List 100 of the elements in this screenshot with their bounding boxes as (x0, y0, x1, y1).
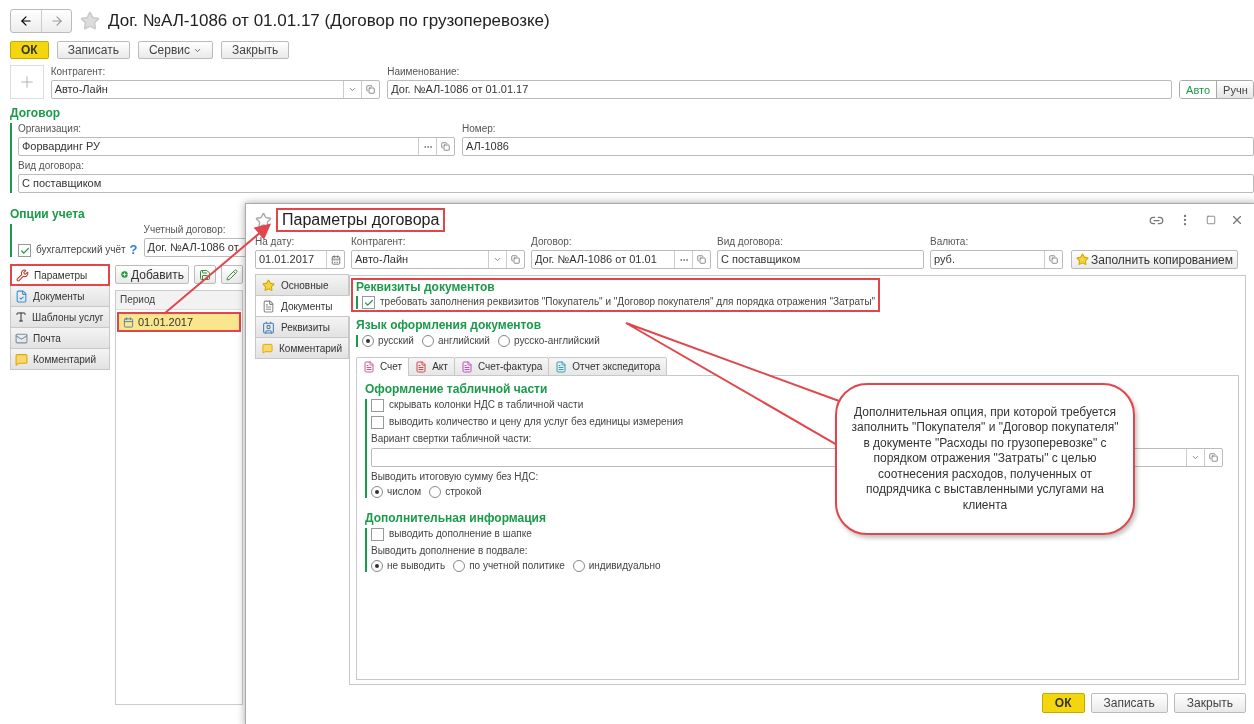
radio-button[interactable] (497, 335, 510, 347)
dialog-button[interactable]: Записать (1090, 693, 1168, 713)
field-label: Контрагент: (351, 236, 407, 247)
field-label: Номер: (462, 123, 497, 134)
checkbox[interactable] (371, 528, 384, 541)
field-label: Договор: (531, 236, 573, 247)
document-tab[interactable]: Счет (356, 357, 410, 376)
toolbar-button[interactable]: Сервис (137, 41, 214, 59)
copy-icon (441, 142, 450, 151)
plus-circle-icon (120, 268, 129, 281)
side-tab[interactable]: Почта (10, 327, 110, 349)
field-label: Выводить итоговую сумму без НДС: (371, 471, 539, 482)
calendar-icon (330, 254, 341, 265)
dialog-button[interactable]: ОК (1041, 693, 1085, 713)
radio-label: не выводить (387, 560, 446, 571)
side-tab[interactable]: Шаблоны услуг (10, 306, 110, 328)
speech-bubble-icon (262, 341, 273, 355)
checkbox-label: бухгалтерский учёт (36, 244, 126, 255)
input-field[interactable]: АЛ-1086 (462, 137, 1254, 156)
checkbox-label: выводить количество и цену для услуг без единицы измерения (389, 416, 684, 427)
side-tab[interactable]: Комментарий (255, 337, 349, 359)
help-link[interactable]: ? (129, 242, 138, 257)
checkbox[interactable] (371, 399, 384, 412)
field-label: Вид договора: (18, 160, 85, 171)
edit-button[interactable] (221, 265, 243, 284)
checkbox[interactable] (371, 416, 384, 429)
star-icon (262, 278, 275, 292)
section-title: Договор (10, 106, 61, 120)
radio-label: числом (387, 486, 422, 497)
favorite-star-icon[interactable] (80, 11, 100, 31)
check-icon (363, 297, 374, 308)
fill-by-copy-button[interactable]: Заполнить копированием (1071, 250, 1239, 269)
side-tab[interactable]: Документы (10, 285, 110, 307)
tools-icon (16, 268, 29, 282)
letter-t-icon (15, 311, 27, 323)
arrow-right-icon (49, 14, 64, 28)
side-tab[interactable]: Комментарий (10, 348, 110, 370)
side-tab[interactable]: Документы (255, 295, 350, 317)
section-title: Реквизиты документов (356, 280, 495, 294)
check-icon (19, 245, 30, 256)
copy-icon (511, 255, 520, 264)
envelope-icon (15, 331, 28, 345)
toolbar-button[interactable]: Закрыть (221, 41, 290, 59)
toggle-option[interactable]: Ручн (1216, 81, 1253, 98)
document-check-icon (15, 289, 28, 303)
radio-button[interactable] (371, 486, 383, 498)
field-label: Организация: (18, 123, 83, 134)
dialog-button[interactable]: Закрыть (1173, 693, 1246, 713)
radio-button[interactable] (371, 560, 383, 572)
radio-button[interactable] (572, 560, 585, 572)
input-field[interactable]: Форвардинг РУ (18, 137, 455, 156)
section-title: Оформление табличной части (365, 382, 548, 396)
document-icon (363, 360, 375, 373)
id-card-icon (262, 320, 275, 334)
checkbox-label: требовать заполнения реквизитов "Покупатель" и "Договор покупателя" для порядка отражения "Затраты" (380, 296, 876, 307)
field-label: Наименование: (387, 66, 461, 77)
window-title: Дог. №АЛ-1086 от 01.01.17 (Договор по грузоперевозке) (108, 11, 550, 31)
dialog-title: Параметры договора (276, 208, 446, 232)
input-field[interactable]: Авто-Лайн (351, 250, 525, 269)
document-tab[interactable]: Отчет экспедитора (548, 357, 668, 376)
add-button[interactable]: Добавить (115, 265, 189, 284)
field-label: Вид договора: (717, 236, 784, 247)
document-tab[interactable]: Акт (408, 357, 455, 376)
close-icon[interactable] (1230, 213, 1244, 227)
field-label: Вариант свертки табличной части: (371, 433, 532, 444)
radio-label: русский (378, 335, 414, 346)
input-field[interactable]: С поставщиком (18, 174, 1254, 193)
star-icon (1076, 253, 1089, 266)
copy-icon (366, 85, 376, 94)
document-icon (415, 360, 428, 373)
radio-button[interactable] (429, 486, 442, 498)
radio-button[interactable] (421, 335, 434, 347)
document-tab[interactable]: Счет-фактура (453, 357, 550, 376)
document-icon (460, 360, 473, 373)
radio-label: по учетной политике (469, 560, 565, 571)
input-field[interactable]: С поставщиком (717, 250, 924, 269)
section-title: Дополнительная информация (365, 511, 546, 525)
toolbar-button[interactable]: Записать (56, 41, 130, 59)
checkbox[interactable] (362, 296, 375, 309)
input-field[interactable]: руб. (930, 250, 1063, 269)
radio-label: строкой (445, 486, 482, 497)
document-icon (555, 360, 568, 373)
speech-bubble-icon (15, 352, 28, 366)
input-field[interactable]: Авто-Лайн (50, 80, 381, 99)
input-field[interactable]: Дог. №АЛ-1086 от 01.01.17 (387, 80, 1173, 99)
favorite-star-icon[interactable] (255, 211, 272, 229)
side-tab[interactable]: Основные (255, 274, 349, 296)
table-row[interactable]: 01.01.2017 (117, 312, 241, 332)
radio-label: индивидуально (588, 560, 661, 571)
input-field[interactable]: Дог. №АЛ-1086 от 01.01 (531, 250, 711, 269)
maximize-icon[interactable] (1206, 215, 1216, 225)
toolbar-button[interactable]: ОК (10, 41, 49, 59)
side-tab[interactable]: Реквизиты (255, 316, 349, 338)
copy-icon (697, 255, 706, 264)
radio-button[interactable] (453, 560, 466, 572)
checkbox[interactable] (18, 244, 31, 257)
radio-button[interactable] (362, 335, 374, 347)
copy-icon (1209, 453, 1218, 462)
input-field[interactable]: 01.01.2017 (255, 250, 345, 269)
side-tab[interactable]: Параметры (10, 264, 110, 286)
